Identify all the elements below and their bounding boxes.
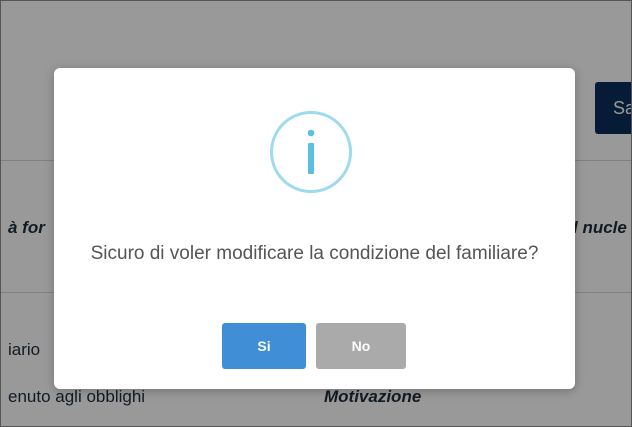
info-icon [270, 111, 352, 193]
confirm-yes-button[interactable]: Si [222, 323, 306, 369]
dialog-message: Sicuro di voler modificare la condizione… [90, 243, 539, 264]
cancel-no-button[interactable]: No [316, 323, 406, 369]
confirm-dialog: Sicuro di voler modificare la condizione… [54, 68, 575, 389]
